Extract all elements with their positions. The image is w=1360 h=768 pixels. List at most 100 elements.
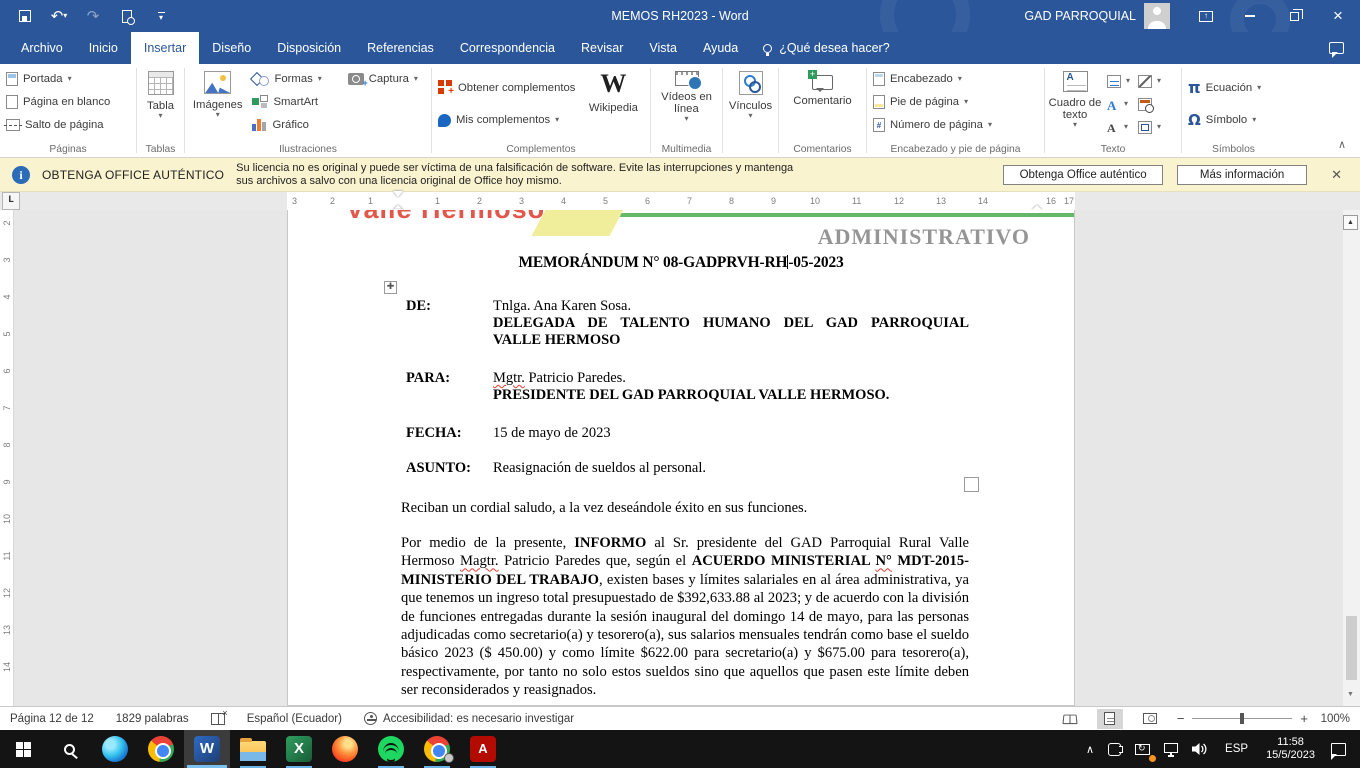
- vertical-ruler[interactable]: 2 3 4 5 6 7 8 9 10 11 12 13 14: [0, 210, 14, 706]
- tab-vista[interactable]: Vista: [636, 32, 690, 64]
- smartart-button[interactable]: SmartArt: [248, 90, 343, 113]
- formas-button[interactable]: Formas▾: [248, 67, 343, 90]
- zoom-slider-thumb[interactable]: [1240, 713, 1244, 724]
- save-icon[interactable]: [16, 7, 34, 25]
- tell-me-box[interactable]: ¿Qué desea hacer?: [751, 32, 902, 64]
- zoom-out-icon[interactable]: −: [1177, 711, 1185, 726]
- scrollbar-thumb[interactable]: [1346, 616, 1357, 680]
- proofing-errors-button[interactable]: [211, 713, 225, 725]
- update-badge: [1149, 755, 1156, 762]
- taskbar-firefox[interactable]: [322, 730, 368, 768]
- taskbar-chrome-profile[interactable]: [414, 730, 460, 768]
- right-indent-marker[interactable]: [1032, 200, 1042, 210]
- pagina-en-blanco-button[interactable]: Página en blanco: [2, 90, 134, 113]
- ecuacion-button[interactable]: πEcuación▾: [1184, 76, 1283, 99]
- horizontal-ruler[interactable]: L 3 2 1 1 2 3 4 5 6 7 8 9 10 11 12 13 14…: [0, 192, 1360, 210]
- taskbar-spotify[interactable]: [368, 730, 414, 768]
- zoom-slider[interactable]: [1192, 718, 1292, 720]
- taskbar-acrobat[interactable]: A: [460, 730, 506, 768]
- wikipedia-button[interactable]: WWikipedia: [581, 67, 645, 141]
- videos-en-linea-button[interactable]: Vídeos en línea▾: [653, 67, 720, 141]
- page-indicator[interactable]: Página 12 de 12: [10, 713, 94, 725]
- undo-icon[interactable]: ↶▾: [50, 7, 68, 25]
- tabla-button[interactable]: Tabla▾: [139, 67, 182, 141]
- warning-close-icon[interactable]: ✕: [1331, 167, 1348, 183]
- document-page[interactable]: Valle Hermoso ADMINISTRATIVO MEMORÁNDUM …: [287, 210, 1075, 706]
- web-layout-button[interactable]: [1137, 709, 1163, 729]
- taskbar-search-button[interactable]: [46, 730, 92, 768]
- tab-revisar[interactable]: Revisar: [568, 32, 636, 64]
- read-mode-button[interactable]: [1057, 709, 1083, 729]
- print-preview-icon[interactable]: [118, 7, 136, 25]
- letra-capital-button[interactable]: A▾: [1103, 118, 1134, 136]
- tab-ayuda[interactable]: Ayuda: [690, 32, 751, 64]
- scroll-down-icon[interactable]: ▼: [1343, 687, 1358, 702]
- simbolo-button[interactable]: ΩSímbolo▾: [1184, 109, 1283, 132]
- account-name[interactable]: GAD PARROQUIAL: [1024, 9, 1136, 23]
- vinculos-button[interactable]: Vínculos▾: [725, 67, 776, 141]
- vertical-scrollbar[interactable]: ▲ ▼: [1343, 210, 1360, 706]
- taskbar-chrome[interactable]: [138, 730, 184, 768]
- objeto-button[interactable]: ▾: [1134, 118, 1165, 136]
- ruler-number: 5: [2, 328, 12, 340]
- captura-button[interactable]: Captura▾: [344, 67, 429, 90]
- restore-button[interactable]: [1272, 0, 1316, 32]
- tab-correspondencia[interactable]: Correspondencia: [447, 32, 568, 64]
- accessibility-status[interactable]: Accesibilidad: es necesario investigar: [364, 712, 574, 725]
- tab-diseno[interactable]: Diseño: [199, 32, 264, 64]
- print-layout-button[interactable]: [1097, 709, 1123, 729]
- language-indicator[interactable]: Español (Ecuador): [247, 713, 342, 725]
- portada-button[interactable]: Portada▾: [2, 67, 134, 90]
- scroll-up-icon[interactable]: ▲: [1343, 215, 1358, 230]
- ribbon-display-options-button[interactable]: ↑: [1184, 0, 1228, 32]
- zoom-in-icon[interactable]: +: [1300, 711, 1308, 726]
- grafico-button[interactable]: Gráfico: [248, 113, 343, 136]
- start-button[interactable]: [0, 730, 46, 768]
- numero-de-pagina-button[interactable]: #Número de página▾: [869, 113, 1042, 136]
- customize-qat-icon[interactable]: ▾: [152, 7, 170, 25]
- tab-inicio[interactable]: Inicio: [76, 32, 131, 64]
- feedback-button[interactable]: [1329, 32, 1360, 64]
- tab-disposicion[interactable]: Disposición: [264, 32, 354, 64]
- comentario-button[interactable]: Comentario: [781, 67, 864, 141]
- encabezado-button[interactable]: Encabezado▾: [869, 67, 1042, 90]
- obtener-complementos-button[interactable]: Obtener complementos: [434, 76, 579, 99]
- tray-update-icon[interactable]: [1128, 730, 1157, 768]
- mis-complementos-button[interactable]: Mis complementos▾: [434, 109, 579, 132]
- zoom-level[interactable]: 100%: [1316, 713, 1350, 725]
- close-button[interactable]: ×: [1316, 0, 1360, 32]
- tab-archivo[interactable]: Archivo: [8, 32, 76, 64]
- get-genuine-office-button[interactable]: Obtenga Office auténtico: [1003, 165, 1163, 185]
- clock[interactable]: 11:5815/5/2023: [1257, 730, 1324, 768]
- avatar[interactable]: [1144, 3, 1170, 29]
- network-icon[interactable]: [1157, 730, 1185, 768]
- tab-insertar[interactable]: Insertar: [131, 32, 199, 64]
- language-tray-indicator[interactable]: ESP: [1216, 730, 1257, 768]
- redo-icon[interactable]: ↷: [84, 7, 102, 25]
- linea-de-firma-button[interactable]: ▾: [1134, 72, 1165, 90]
- taskbar-file-explorer[interactable]: [230, 730, 276, 768]
- action-center-button[interactable]: [1324, 730, 1360, 768]
- elementos-rapidos-button[interactable]: ▾: [1103, 72, 1134, 90]
- taskbar-edge[interactable]: [92, 730, 138, 768]
- fecha-y-hora-button[interactable]: [1134, 95, 1165, 113]
- tab-stop-selector[interactable]: L: [2, 192, 20, 210]
- more-info-button[interactable]: Más información: [1177, 165, 1307, 185]
- wordart-button[interactable]: A▾: [1103, 95, 1134, 113]
- tray-device-icon[interactable]: [1101, 730, 1128, 768]
- collapse-ribbon-icon[interactable]: ∧: [1338, 138, 1346, 151]
- cuadro-de-texto-button[interactable]: Cuadro de texto▾: [1047, 67, 1103, 141]
- ruler-number: 14: [2, 661, 12, 673]
- tray-chevron-up-icon[interactable]: ∧: [1079, 730, 1101, 768]
- table-move-handle-icon[interactable]: ✚: [384, 281, 397, 294]
- salto-de-pagina-button[interactable]: Salto de página: [2, 113, 134, 136]
- imagenes-button[interactable]: Imágenes▾: [187, 67, 248, 141]
- tab-referencias[interactable]: Referencias: [354, 32, 447, 64]
- volume-icon[interactable]: [1185, 730, 1216, 768]
- cover-page-icon: [6, 72, 18, 86]
- word-count[interactable]: 1829 palabras: [116, 713, 189, 725]
- taskbar-word[interactable]: W: [184, 730, 230, 768]
- minimize-button[interactable]: [1228, 0, 1272, 32]
- taskbar-excel[interactable]: X: [276, 730, 322, 768]
- pie-de-pagina-button[interactable]: Pie de página▾: [869, 90, 1042, 113]
